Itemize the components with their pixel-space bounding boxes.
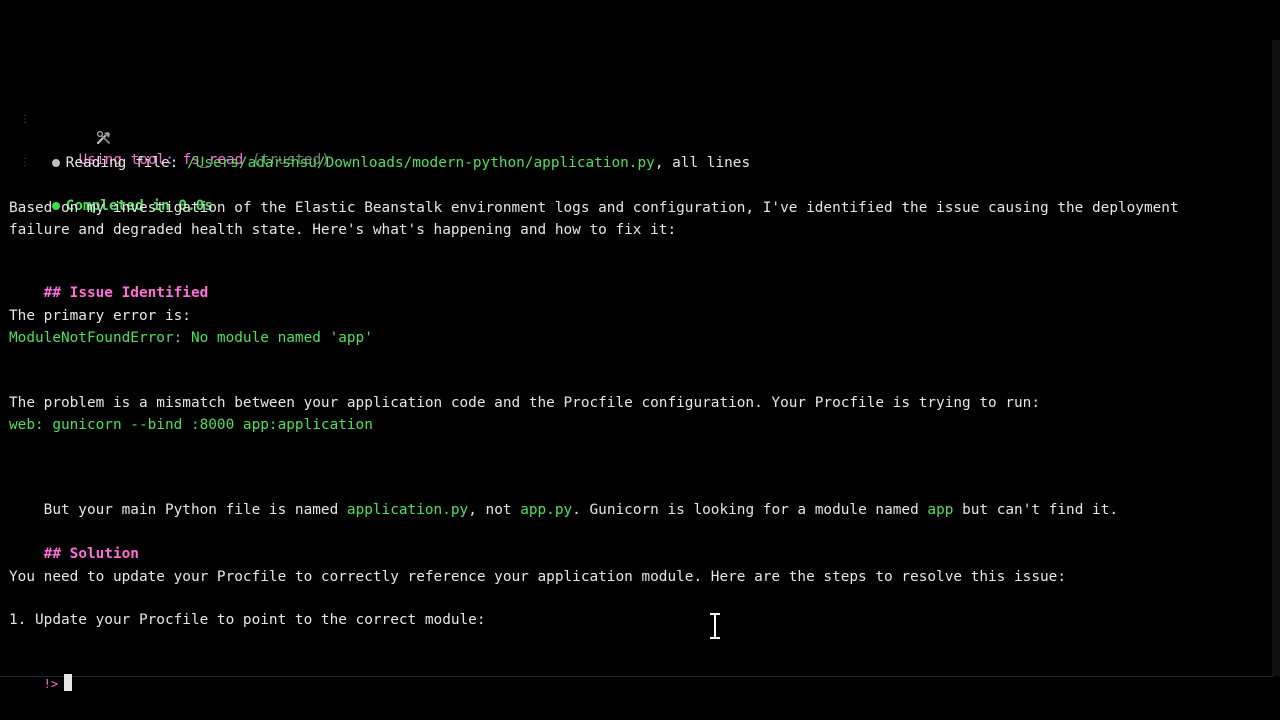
problem-text: The problem is a mismatch between your a… [9, 395, 1041, 411]
error-text: ModuleNotFoundError: No module named 'ap… [9, 330, 373, 346]
vertical-dots-divider: ⋮ [20, 114, 30, 125]
code-application-py: application.py [346, 502, 469, 518]
input-prompt[interactable]: !> [9, 654, 73, 714]
prompt-symbol: !> [43, 677, 59, 691]
scrollbar-track[interactable] [1272, 40, 1280, 676]
reading-suffix: , all lines [654, 155, 751, 171]
reading-label: Reading file: [65, 155, 187, 171]
explanation-part-1: But your main Python file is named [43, 502, 347, 518]
code-app-py: app.py [520, 502, 573, 518]
ibeam-cursor-icon [710, 613, 720, 639]
explanation-part-3: . Gunicorn is looking for a module named [572, 502, 928, 518]
explanation-part-2: , not [468, 502, 521, 518]
vertical-dots-divider: ⋮ [20, 157, 30, 168]
intro-line-2: failure and degraded health state. Here'… [9, 222, 677, 238]
text-cursor[interactable] [64, 674, 73, 691]
step-1: 1. Update your Procfile to point to the … [9, 612, 486, 628]
solution-text: You need to update your Procfile to corr… [9, 569, 1066, 585]
heading-hashes: ## [43, 285, 70, 301]
primary-error-label: The primary error is: [9, 308, 191, 324]
heading-hashes: ## [43, 546, 70, 562]
explanation-part-4: but can't find it. [953, 502, 1119, 518]
code-app: app [927, 502, 954, 518]
intro-line-1: Based on my investigation of the Elastic… [9, 200, 1179, 216]
terminal-window[interactable]: Using tool: fs_read (trusted) ⋮ Reading … [0, 40, 1273, 691]
procfile-command: web: gunicorn --bind :8000 app:applicati… [9, 417, 373, 433]
solution-heading-title: Solution [69, 546, 139, 562]
explanation-line: But your main Python file is named appli… [9, 480, 1118, 540]
issue-heading-title: Issue Identified [69, 285, 209, 301]
file-path: /Users/adarshsu/Downloads/modern-python/… [186, 155, 655, 171]
status-dot-icon [51, 158, 60, 167]
